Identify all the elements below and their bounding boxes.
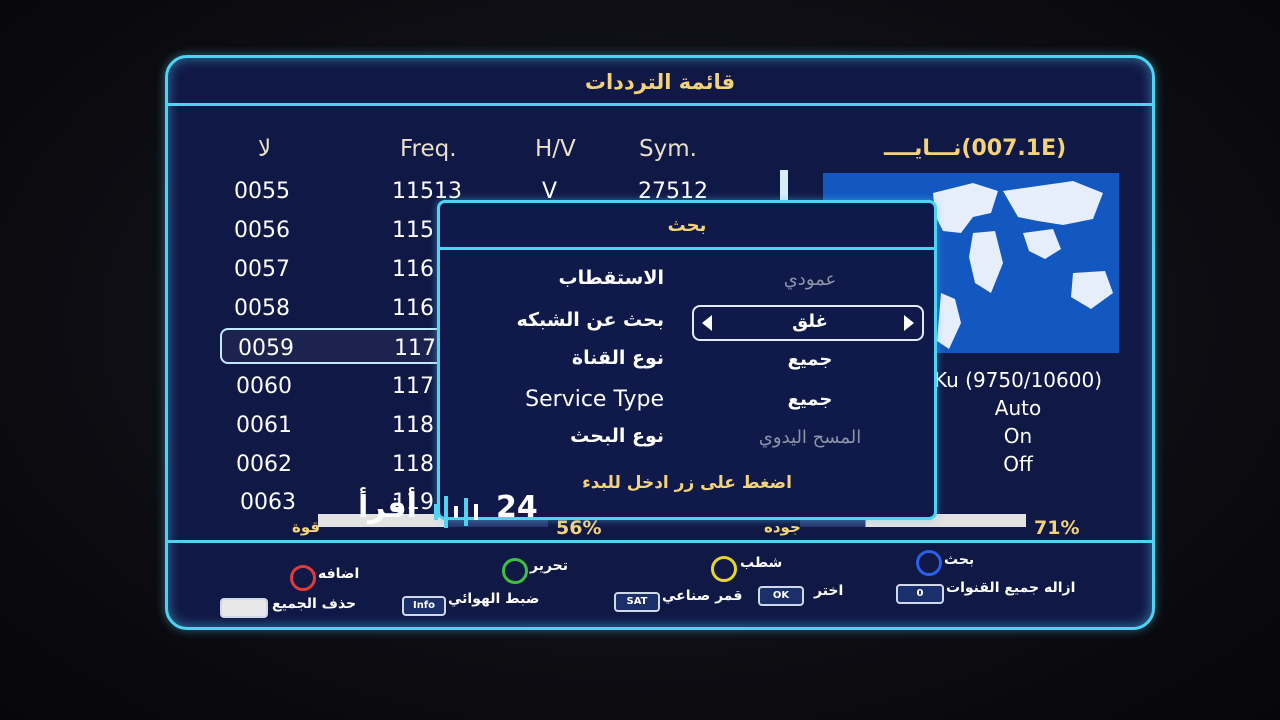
legend-delete-all: حذف الجميع [272, 596, 357, 612]
legend-edit: تحرير [530, 558, 569, 574]
legend-antenna: ضبط الهوائي [448, 591, 540, 607]
service-type-label: Service Type [525, 387, 664, 412]
quality-label: جوده [764, 518, 801, 536]
legend-delete: شطب [740, 555, 783, 571]
key-ok[interactable]: OK [758, 586, 804, 606]
legend-remove-all: ازاله جميع القنوات [946, 580, 1076, 596]
search-dialog: بحث الاستقطاب عمودي بحث عن الشبكه غلق نو… [437, 200, 937, 520]
dialog-divider [440, 247, 934, 250]
network-search-value: غلق [792, 311, 828, 332]
col-header-freq: Freq. [400, 136, 457, 162]
row-no: 0060 [236, 374, 292, 399]
col-header-hv: H/V [535, 136, 576, 162]
soundwave-icon [434, 496, 478, 528]
blue-button-icon[interactable] [916, 550, 942, 576]
legend-select: اختر [814, 583, 844, 599]
page-title: قائمة الترددات [584, 70, 736, 94]
row-freq: 116 [392, 296, 434, 321]
row-freq: 117 [392, 374, 434, 399]
search-type-label: نوع البحث [570, 425, 664, 447]
divider [168, 540, 1152, 543]
key-sat[interactable]: SAT [614, 592, 660, 612]
polarization-value[interactable]: عمودي [695, 269, 925, 290]
row-no: 0059 [238, 336, 294, 361]
key-white-icon[interactable] [220, 598, 268, 618]
row-freq: 118 [392, 452, 434, 477]
col-header-no: لا [258, 136, 272, 162]
row-no: 0058 [234, 296, 290, 321]
row-no: 0062 [236, 452, 292, 477]
red-button-icon[interactable] [290, 565, 316, 591]
key-zero[interactable]: 0 [896, 584, 944, 604]
row-no: 0063 [240, 490, 296, 515]
search-type-value[interactable]: المسح اليدوي [695, 427, 925, 448]
info-line-4: Off [1003, 452, 1033, 476]
row-freq: 118 [392, 413, 434, 438]
row-freq: 116 [392, 257, 434, 282]
strength-label: قوة [292, 518, 321, 536]
row-no: 0061 [236, 413, 292, 438]
strength-percent: 56% [556, 517, 602, 539]
legend-add: اضافه [318, 566, 360, 582]
green-button-icon[interactable] [502, 558, 528, 584]
key-info[interactable]: Info [402, 596, 446, 616]
channel-type-label: نوع القناة [571, 347, 664, 369]
row-freq: 115 [392, 218, 434, 243]
watermark-text: أقرأ [358, 490, 417, 525]
row-no: 0055 [234, 179, 290, 204]
row-no: 0057 [234, 257, 290, 282]
network-search-label: بحث عن الشبكه [516, 309, 664, 331]
dialog-title: بحث [667, 215, 707, 236]
list-scrollbar[interactable] [780, 170, 788, 200]
legend-satellite: قمر صناعي [662, 588, 743, 604]
info-line-2: Auto [994, 396, 1042, 420]
info-line-3: On [1003, 424, 1033, 448]
lnb-info: Ku (9750/10600) [933, 368, 1103, 392]
polarization-label: الاستقطاب [558, 267, 664, 289]
satellite-name: نـــايــــ(007.1E) [884, 136, 1067, 161]
col-header-sym: Sym. [639, 136, 697, 162]
row-no: 0056 [234, 218, 290, 243]
yellow-button-icon[interactable] [711, 556, 737, 582]
row-freq: 117 [394, 336, 436, 361]
title-bar: قائمة الترددات [168, 58, 1152, 106]
quality-percent: 71% [1034, 517, 1080, 539]
legend-search: بحث [944, 552, 975, 568]
watermark-number: 24 [496, 490, 538, 525]
service-type-value[interactable]: جميع [695, 389, 925, 410]
channel-type-value[interactable]: جميع [695, 349, 925, 370]
